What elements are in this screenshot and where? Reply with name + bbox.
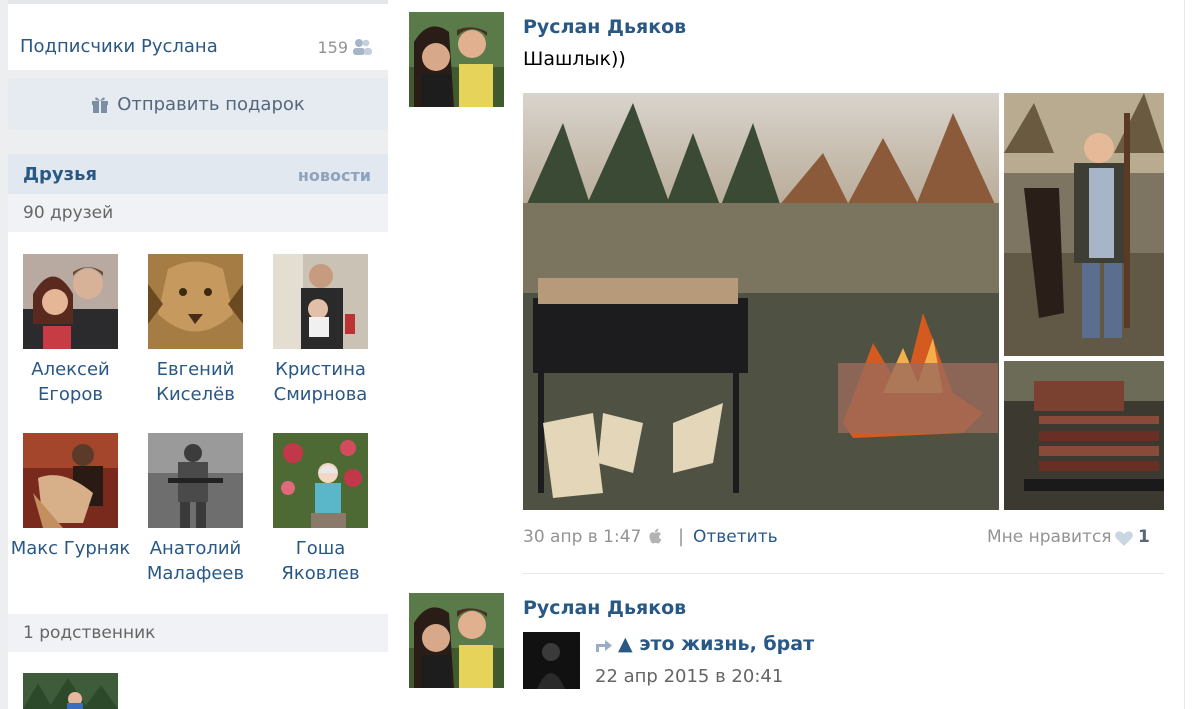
meta-separator: | bbox=[678, 526, 685, 547]
repost-icon bbox=[596, 640, 612, 652]
friend-item[interactable]: Гоша Яковлев bbox=[258, 433, 383, 586]
gift-icon bbox=[92, 97, 109, 113]
friend-avatar[interactable] bbox=[148, 254, 243, 349]
feed: Руслан Дьяков Шашлык)) 30 апр в 1:47 | О… bbox=[388, 0, 1200, 709]
repost-source-avatar[interactable] bbox=[523, 632, 580, 689]
post-author[interactable]: Руслан Дьяков bbox=[523, 16, 686, 38]
heart-icon[interactable] bbox=[1114, 530, 1134, 547]
friend-name[interactable]: Макс Гурняк bbox=[8, 536, 133, 561]
subscribers-card[interactable]: Подписчики Руслана 159 bbox=[8, 0, 388, 70]
friend-avatar[interactable] bbox=[23, 433, 118, 528]
friend-avatar[interactable] bbox=[148, 433, 243, 528]
friend-avatar[interactable] bbox=[273, 433, 368, 528]
send-gift-button[interactable]: Отправить подарок bbox=[8, 78, 388, 130]
friends-news-link[interactable]: новости bbox=[298, 166, 371, 185]
friends-header: Друзья новости bbox=[8, 154, 388, 194]
post-photo-skewers[interactable] bbox=[1004, 361, 1164, 510]
friends-count[interactable]: 90 друзей bbox=[23, 203, 113, 223]
friend-name[interactable]: Евгений Киселёв bbox=[133, 357, 258, 407]
right-gutter bbox=[1184, 0, 1200, 709]
post-photo-hunter[interactable] bbox=[1004, 93, 1164, 356]
friend-avatar[interactable] bbox=[273, 254, 368, 349]
people-icon bbox=[353, 39, 372, 55]
friend-name[interactable]: Гоша Яковлев bbox=[258, 536, 383, 586]
send-gift-label: Отправить подарок bbox=[117, 93, 305, 115]
friend-item[interactable]: Анатолий Малафеев bbox=[133, 433, 258, 586]
relatives-bar[interactable]: 1 родственник bbox=[8, 614, 388, 652]
friend-name[interactable]: Алексей Егоров bbox=[8, 357, 133, 407]
post-photo-bbq[interactable] bbox=[523, 93, 999, 510]
friend-name[interactable]: Кристина Смирнова bbox=[258, 357, 383, 407]
subscribers-count: 159 bbox=[317, 38, 348, 57]
author-avatar[interactable] bbox=[409, 593, 504, 688]
repost-date[interactable]: 22 апр 2015 в 20:41 bbox=[595, 666, 783, 687]
apple-icon bbox=[649, 528, 662, 544]
post-date[interactable]: 30 апр в 1:47 bbox=[523, 527, 641, 547]
post-divider bbox=[523, 573, 1164, 574]
reply-link[interactable]: Ответить bbox=[693, 527, 778, 547]
friend-avatar[interactable] bbox=[23, 254, 118, 349]
subscribers-label[interactable]: Подписчики Руслана bbox=[20, 36, 218, 57]
post-author[interactable]: Руслан Дьяков bbox=[523, 597, 686, 619]
friends-card: Друзья новости 90 друзей Алексей Егоров bbox=[8, 154, 388, 709]
friend-item[interactable]: Евгений Киселёв bbox=[133, 254, 258, 407]
friends-title[interactable]: Друзья bbox=[23, 164, 97, 185]
like-label[interactable]: Мне нравится bbox=[987, 527, 1112, 547]
friend-item[interactable]: Макс Гурняк bbox=[8, 433, 133, 561]
left-sidebar: Подписчики Руслана 159 Отправить подарок… bbox=[8, 0, 388, 709]
author-avatar[interactable] bbox=[409, 12, 504, 107]
friend-name[interactable]: Анатолий Малафеев bbox=[133, 536, 258, 586]
relative-avatar[interactable] bbox=[23, 673, 118, 709]
post-text: Шашлык)) bbox=[523, 48, 626, 70]
friends-count-bar[interactable]: 90 друзей bbox=[8, 194, 388, 232]
repost-title[interactable]: ▲ это жизнь, брат bbox=[618, 633, 814, 655]
friend-item[interactable]: Алексей Егоров bbox=[8, 254, 133, 407]
friend-item[interactable]: Кристина Смирнова bbox=[258, 254, 383, 407]
relatives-label[interactable]: 1 родственник bbox=[23, 623, 155, 643]
like-count: 1 bbox=[1138, 527, 1150, 547]
